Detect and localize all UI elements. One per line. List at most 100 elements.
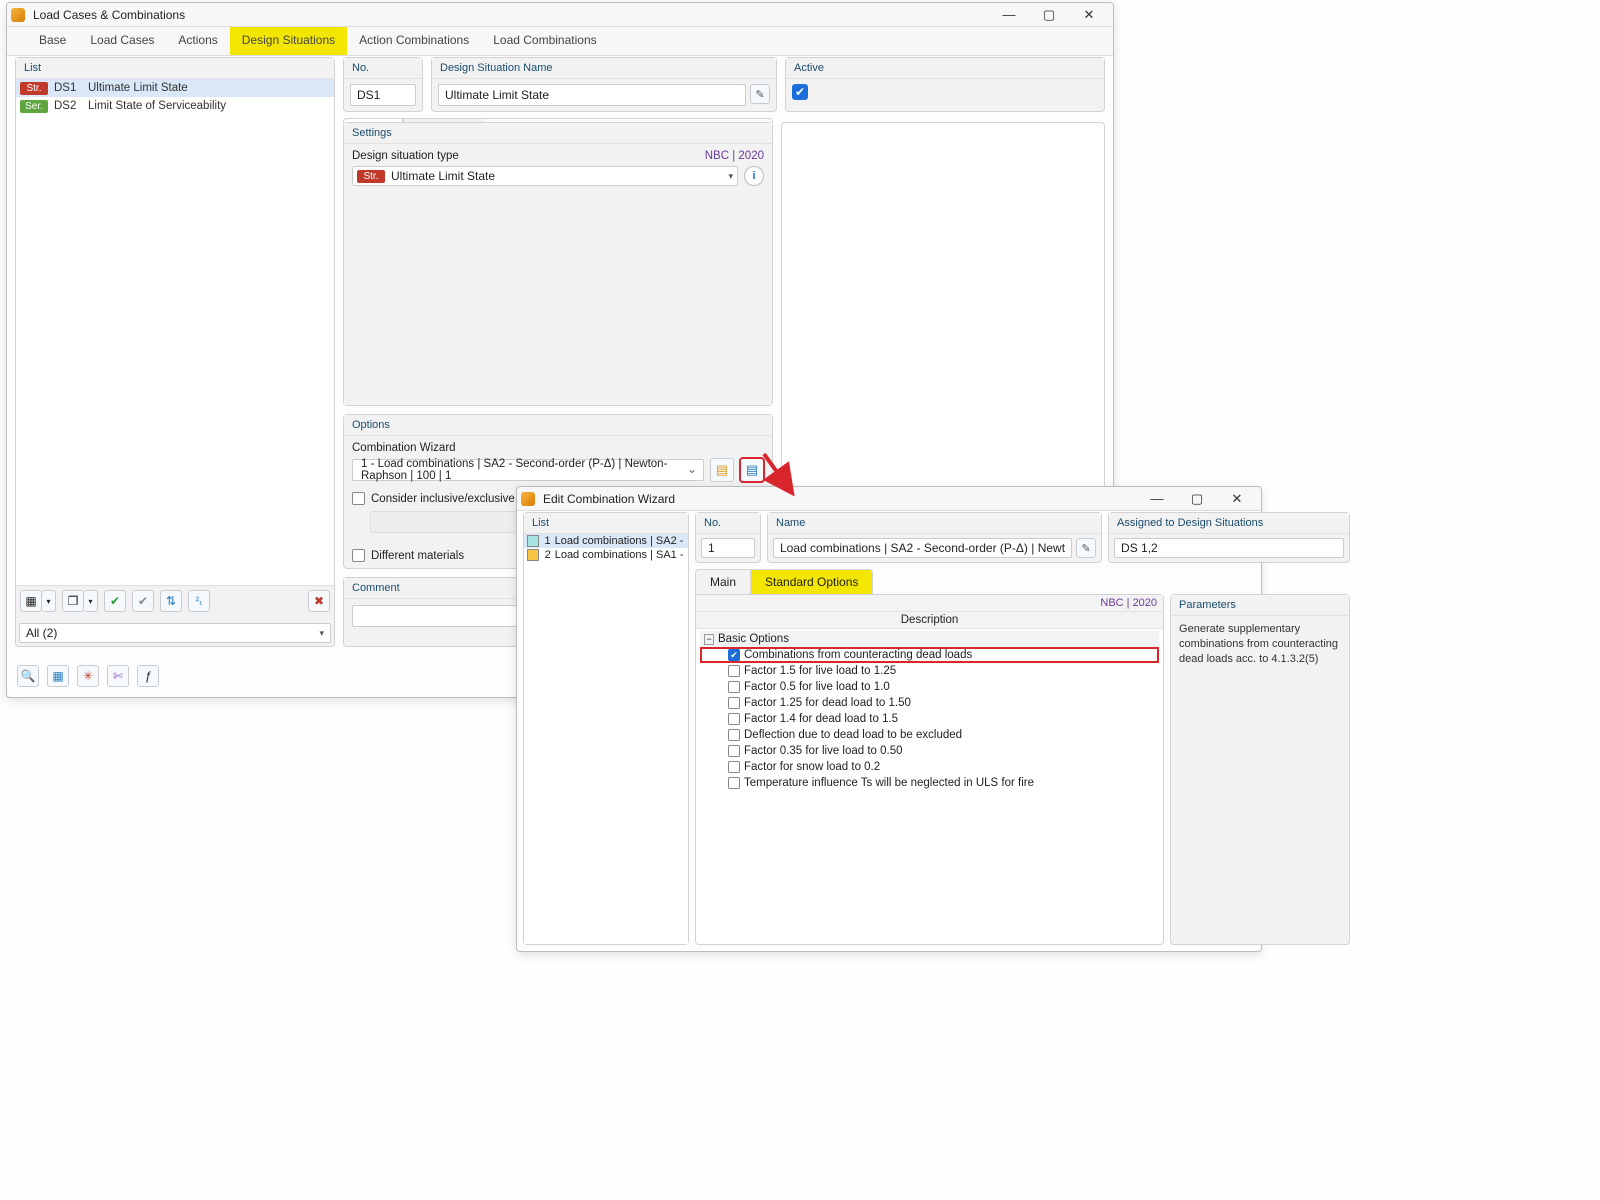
tree-checkbox[interactable]: [728, 681, 740, 693]
pencil-icon: ✎: [755, 88, 764, 101]
ds-row-1[interactable]: Str. DS1 Ultimate Limit State: [16, 79, 334, 97]
app-icon: [521, 492, 535, 506]
wizard-select[interactable]: 1 - Load combinations | SA2 - Second-ord…: [352, 459, 704, 481]
ds-list[interactable]: Str. DS1 Ultimate Limit State Ser. DS2 L…: [16, 79, 334, 585]
tab-load-cases[interactable]: Load Cases: [78, 27, 166, 55]
tree-item-label: Factor 1.5 for live load to 1.25: [744, 665, 896, 677]
options-header: Options: [344, 415, 772, 436]
tab-action-combinations[interactable]: Action Combinations: [347, 27, 481, 55]
tree-item-label: Temperature influence Ts will be neglect…: [744, 777, 1034, 789]
wizard-title: Edit Combination Wizard: [539, 492, 1137, 506]
wizard-maximize[interactable]: ▢: [1177, 488, 1217, 510]
sort-button[interactable]: ⇅: [160, 590, 182, 612]
no-header: No.: [344, 58, 422, 79]
tree-item-4[interactable]: Factor 1.4 for dead load to 1.5: [700, 711, 1159, 727]
wizard-titlebar: Edit Combination Wizard — ▢ ✕: [517, 487, 1261, 511]
tree-item-label: Factor 1.25 for dead load to 1.50: [744, 697, 911, 709]
wizard-list-item-2[interactable]: 2 Load combinations | SA1 - Geom: [524, 548, 688, 562]
tree-checkbox[interactable]: [728, 729, 740, 741]
tree-item-6[interactable]: Factor 0.35 for live load to 0.50: [700, 743, 1159, 759]
checkbox-icon: [352, 492, 365, 505]
tree-item-2[interactable]: Factor 0.5 for live load to 1.0: [700, 679, 1159, 695]
tree-item-5[interactable]: Deflection due to dead load to be exclud…: [700, 727, 1159, 743]
search-tool[interactable]: 🔍: [17, 665, 39, 687]
wizard-rename-button[interactable]: ✎: [1076, 538, 1096, 558]
tree-item-0[interactable]: ✔ Combinations from counteracting dead lo…: [700, 647, 1159, 663]
wizard-new-button[interactable]: ▤: [710, 458, 734, 482]
tree-checkbox[interactable]: [728, 745, 740, 757]
name-header: Design Situation Name: [432, 58, 776, 79]
app-icon: [11, 8, 25, 22]
sort-icon: ⇅: [166, 594, 176, 608]
tree-checkbox[interactable]: ✔: [728, 649, 740, 661]
tree-checkbox[interactable]: [728, 777, 740, 789]
clip-tool[interactable]: ✄: [107, 665, 129, 687]
edit-doc-icon: ▤: [746, 462, 758, 478]
wizard-edit-button[interactable]: ▤: [740, 458, 764, 482]
chart-tool[interactable]: ▦: [47, 665, 69, 687]
wizard-no-header: No.: [696, 513, 760, 534]
ds-type-select[interactable]: Str. Ultimate Limit State ▾: [352, 166, 738, 186]
uncheck-button[interactable]: ✔: [132, 590, 154, 612]
tab-design-situations[interactable]: Design Situations: [230, 27, 347, 55]
tree-item-label: Deflection due to dead load to be exclud…: [744, 729, 962, 741]
tree-group-basic[interactable]: − Basic Options: [700, 631, 1159, 647]
tree-item-label: Factor 0.5 for live load to 1.0: [744, 681, 890, 693]
wizard-assigned-field[interactable]: DS 1,2: [1114, 538, 1344, 558]
copy-button[interactable]: ❐ ▾: [62, 590, 98, 612]
wizard-close[interactable]: ✕: [1217, 488, 1257, 510]
fn-tool[interactable]: ƒ: [137, 665, 159, 687]
rename-button[interactable]: ✎: [750, 84, 770, 104]
titlebar: Load Cases & Combinations — ▢ ✕: [7, 3, 1113, 27]
tree-checkbox[interactable]: [728, 665, 740, 677]
tree-item-3[interactable]: Factor 1.25 for dead load to 1.50: [700, 695, 1159, 711]
tree-checkbox[interactable]: [728, 713, 740, 725]
wizard-list-item-1[interactable]: 1 Load combinations | SA2 - Secon: [524, 534, 688, 548]
delete-icon: ✖: [314, 594, 324, 608]
wizard-list[interactable]: 1 Load combinations | SA2 - Secon 2 Load…: [524, 534, 688, 944]
cw-label: Combination Wizard: [352, 442, 764, 454]
delete-button[interactable]: ✖: [308, 590, 330, 612]
ds-row-2[interactable]: Ser. DS2 Limit State of Serviceability: [16, 97, 334, 115]
fn-icon: ƒ: [145, 669, 152, 683]
description-header: Description: [696, 612, 1163, 629]
wizard-tab-standard-options[interactable]: Standard Options: [751, 569, 873, 595]
wizard-no-field[interactable]: 1: [701, 538, 755, 558]
check-button[interactable]: ✔: [104, 590, 126, 612]
collapse-icon: −: [704, 634, 714, 645]
ds-type-label: Design situation type: [352, 150, 459, 162]
tree-checkbox[interactable]: [728, 761, 740, 773]
list-filter-dropdown[interactable]: All (2) ▾: [19, 623, 331, 643]
tab-actions[interactable]: Actions: [166, 27, 229, 55]
new-button[interactable]: ▦ ▾: [20, 590, 56, 612]
tree-item-label: Factor 1.4 for dead load to 1.5: [744, 713, 898, 725]
wizard-list-header: List: [524, 513, 688, 534]
tree-item-label: Combinations from counteracting dead loa…: [744, 649, 972, 661]
maximize-button[interactable]: ▢: [1029, 4, 1069, 26]
renumber-icon: ²₁: [196, 596, 203, 607]
tree-item-7[interactable]: Factor for snow load to 0.2: [700, 759, 1159, 775]
search-icon: 🔍: [21, 669, 36, 683]
active-checkbox[interactable]: ✔: [792, 84, 808, 100]
tab-load-combinations[interactable]: Load Combinations: [481, 27, 608, 55]
wizard-name-field[interactable]: Load combinations | SA2 - Second-order (…: [773, 538, 1072, 558]
active-header: Active: [786, 58, 1104, 79]
tree-item-8[interactable]: Temperature influence Ts will be neglect…: [700, 775, 1159, 791]
close-button[interactable]: ✕: [1069, 4, 1109, 26]
parameters-header: Parameters: [1171, 595, 1349, 616]
compass-tool[interactable]: ✳: [77, 665, 99, 687]
tree-checkbox[interactable]: [728, 697, 740, 709]
name-field[interactable]: Ultimate Limit State: [438, 84, 746, 106]
options-tree: − Basic Options ✔ Combinations from count…: [696, 629, 1163, 793]
wizard-tab-main[interactable]: Main: [695, 569, 751, 595]
color-swatch-yellow: [527, 549, 539, 561]
tree-item-1[interactable]: Factor 1.5 for live load to 1.25: [700, 663, 1159, 679]
no-field[interactable]: DS1: [350, 84, 416, 106]
info-button[interactable]: i: [744, 166, 764, 186]
minimize-button[interactable]: —: [989, 4, 1029, 26]
wizard-minimize[interactable]: —: [1137, 488, 1177, 510]
info-icon: i: [752, 170, 755, 182]
tab-base[interactable]: Base: [27, 27, 78, 55]
color-swatch-cyan: [527, 535, 539, 547]
renumber-button[interactable]: ²₁: [188, 590, 210, 612]
